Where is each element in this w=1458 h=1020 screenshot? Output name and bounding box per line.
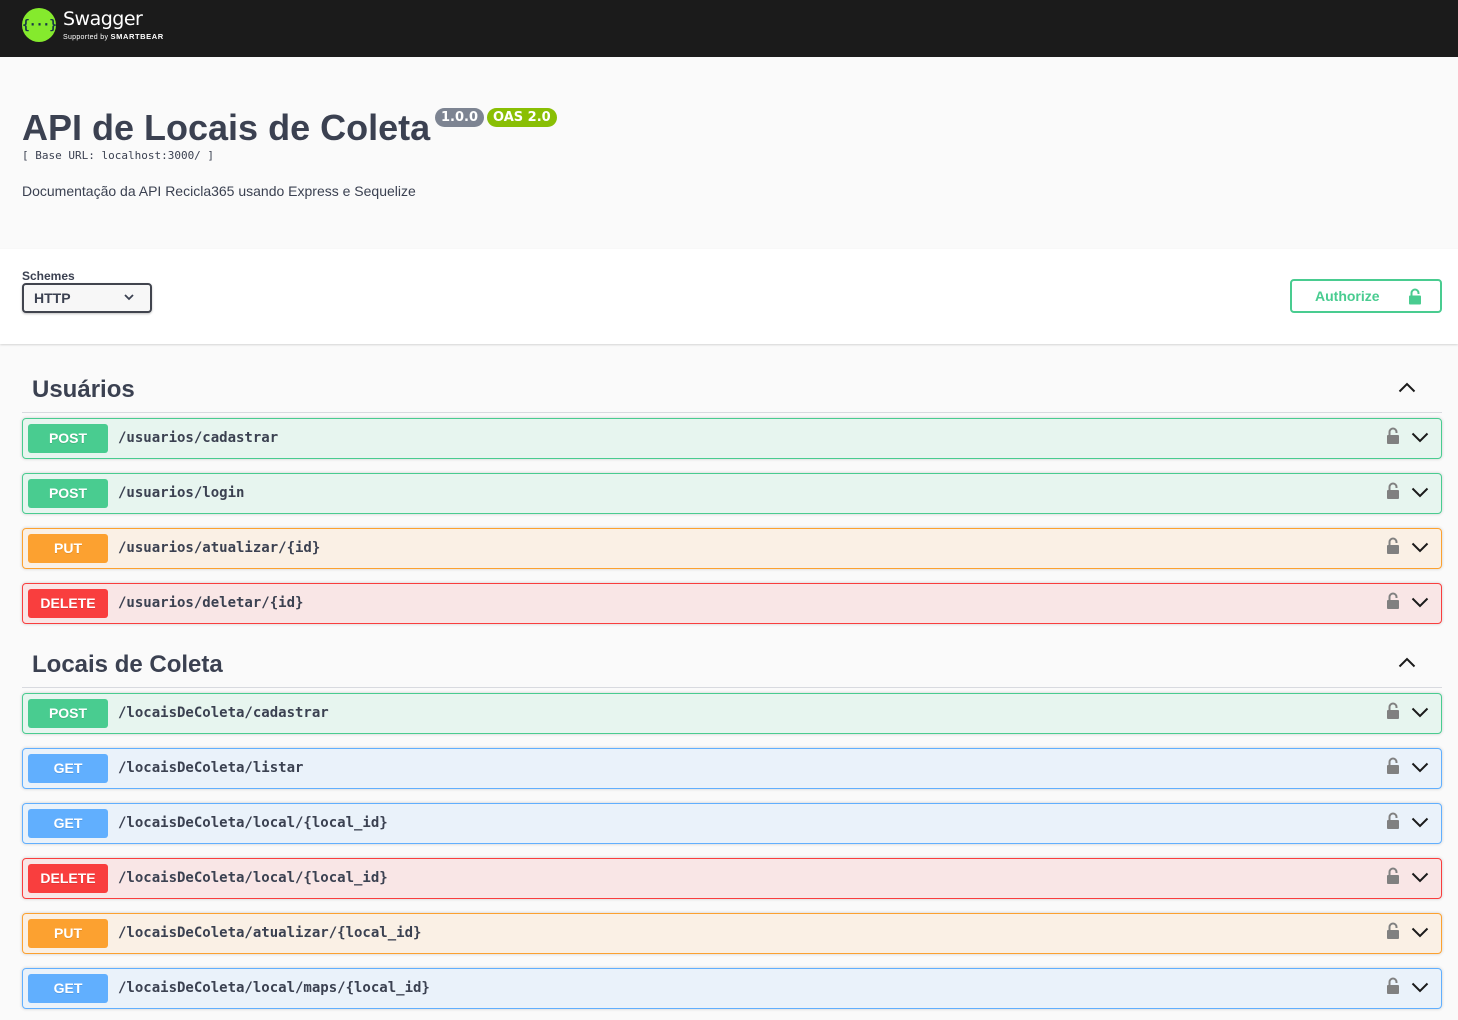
base-url: [ Base URL: localhost:3000/ ] xyxy=(22,149,215,162)
method-badge: DELETE xyxy=(28,589,108,618)
lock-icon[interactable] xyxy=(1386,537,1400,560)
chevron-down-icon[interactable] xyxy=(1411,485,1429,503)
tag-section-header[interactable]: Usuários xyxy=(22,361,1442,413)
opblock-delete[interactable]: DELETE/usuarios/deletar/{id} xyxy=(22,583,1442,624)
lock-icon[interactable] xyxy=(1386,922,1400,945)
tag-section-header[interactable]: Locais de Coleta xyxy=(22,636,1442,688)
chevron-down-icon[interactable] xyxy=(1411,705,1429,723)
opblock-post[interactable]: POST/usuarios/login xyxy=(22,473,1442,514)
page-title: API de Locais de Coleta xyxy=(22,107,431,148)
authorize-label: Authorize xyxy=(1315,288,1380,304)
lock-icon[interactable] xyxy=(1386,812,1400,835)
lock-icon[interactable] xyxy=(1386,757,1400,780)
logo-name: Swagger xyxy=(63,8,143,30)
operation-path: /usuarios/atualizar/{id} xyxy=(118,540,321,556)
operation-path: /locaisDeColeta/local/{local_id} xyxy=(118,815,388,831)
lock-icon[interactable] xyxy=(1386,592,1400,615)
opblock-get[interactable]: GET/locaisDeColeta/local/maps/{local_id} xyxy=(22,968,1442,1009)
swagger-logo[interactable]: {···} Swagger Supported by SMARTBEAR xyxy=(22,8,164,42)
chevron-down-icon xyxy=(124,294,134,301)
lock-icon[interactable] xyxy=(1386,482,1400,505)
chevron-down-icon[interactable] xyxy=(1411,870,1429,888)
chevron-down-icon[interactable] xyxy=(1411,430,1429,448)
schemes-selected-value: HTTP xyxy=(34,290,71,306)
lock-icon[interactable] xyxy=(1386,702,1400,725)
chevron-up-icon[interactable] xyxy=(1398,655,1416,673)
operation-path: /locaisDeColeta/cadastrar xyxy=(118,705,329,721)
logo-sub-brand: SMARTBEAR xyxy=(110,32,164,41)
method-badge: POST xyxy=(28,699,108,728)
method-badge: POST xyxy=(28,424,108,453)
tag-name: Usuários xyxy=(32,376,135,403)
method-badge: POST xyxy=(28,479,108,508)
scheme-container: Schemes HTTP Authorize xyxy=(0,249,1458,344)
api-description: Documentação da API Recicla365 usando Ex… xyxy=(22,183,416,199)
chevron-down-icon[interactable] xyxy=(1411,760,1429,778)
lock-icon[interactable] xyxy=(1386,977,1400,1000)
operation-path: /usuarios/login xyxy=(118,485,245,501)
schemes-select[interactable]: HTTP xyxy=(22,283,152,313)
unlock-icon xyxy=(1409,288,1421,305)
method-badge: PUT xyxy=(28,919,108,948)
method-badge: GET xyxy=(28,974,108,1003)
operation-path: /locaisDeColeta/atualizar/{local_id} xyxy=(118,925,422,941)
method-badge: GET xyxy=(28,809,108,838)
operation-path: /usuarios/deletar/{id} xyxy=(118,595,304,611)
method-badge: DELETE xyxy=(28,864,108,893)
authorize-button[interactable]: Authorize xyxy=(1290,279,1442,313)
chevron-down-icon[interactable] xyxy=(1411,980,1429,998)
chevron-down-icon[interactable] xyxy=(1411,595,1429,613)
chevron-down-icon[interactable] xyxy=(1411,815,1429,833)
opblock-post[interactable]: POST/locaisDeColeta/cadastrar xyxy=(22,693,1442,734)
lock-icon[interactable] xyxy=(1386,867,1400,890)
version-badge: 1.0.0 xyxy=(435,108,485,127)
swagger-logo-icon: {···} xyxy=(22,8,57,42)
chevron-down-icon[interactable] xyxy=(1411,925,1429,943)
operation-path: /usuarios/cadastrar xyxy=(118,430,279,446)
method-badge: GET xyxy=(28,754,108,783)
opblock-get[interactable]: GET/locaisDeColeta/listar xyxy=(22,748,1442,789)
logo-sub-prefix: Supported by xyxy=(63,34,109,41)
method-badge: PUT xyxy=(28,534,108,563)
operation-path: /locaisDeColeta/listar xyxy=(118,760,304,776)
tag-name: Locais de Coleta xyxy=(32,651,223,678)
info-section: API de Locais de Coleta 1.0.0 OAS 2.0 [ … xyxy=(0,57,1458,249)
operation-path: /locaisDeColeta/local/{local_id} xyxy=(118,870,388,886)
opblock-put[interactable]: PUT/locaisDeColeta/atualizar/{local_id} xyxy=(22,913,1442,954)
opblock-delete[interactable]: DELETE/locaisDeColeta/local/{local_id} xyxy=(22,858,1442,899)
chevron-up-icon[interactable] xyxy=(1398,380,1416,398)
chevron-down-icon[interactable] xyxy=(1411,540,1429,558)
schemes-label: Schemes xyxy=(22,269,75,283)
logo-subtitle: Supported by SMARTBEAR xyxy=(63,32,164,42)
topbar: {···} Swagger Supported by SMARTBEAR xyxy=(0,0,1458,57)
oas-badge: OAS 2.0 xyxy=(487,108,557,127)
opblock-post[interactable]: POST/usuarios/cadastrar xyxy=(22,418,1442,459)
logo-text: Swagger Supported by SMARTBEAR xyxy=(63,8,164,42)
lock-icon[interactable] xyxy=(1386,427,1400,450)
operation-path: /locaisDeColeta/local/maps/{local_id} xyxy=(118,980,430,996)
opblock-get[interactable]: GET/locaisDeColeta/local/{local_id} xyxy=(22,803,1442,844)
opblock-put[interactable]: PUT/usuarios/atualizar/{id} xyxy=(22,528,1442,569)
